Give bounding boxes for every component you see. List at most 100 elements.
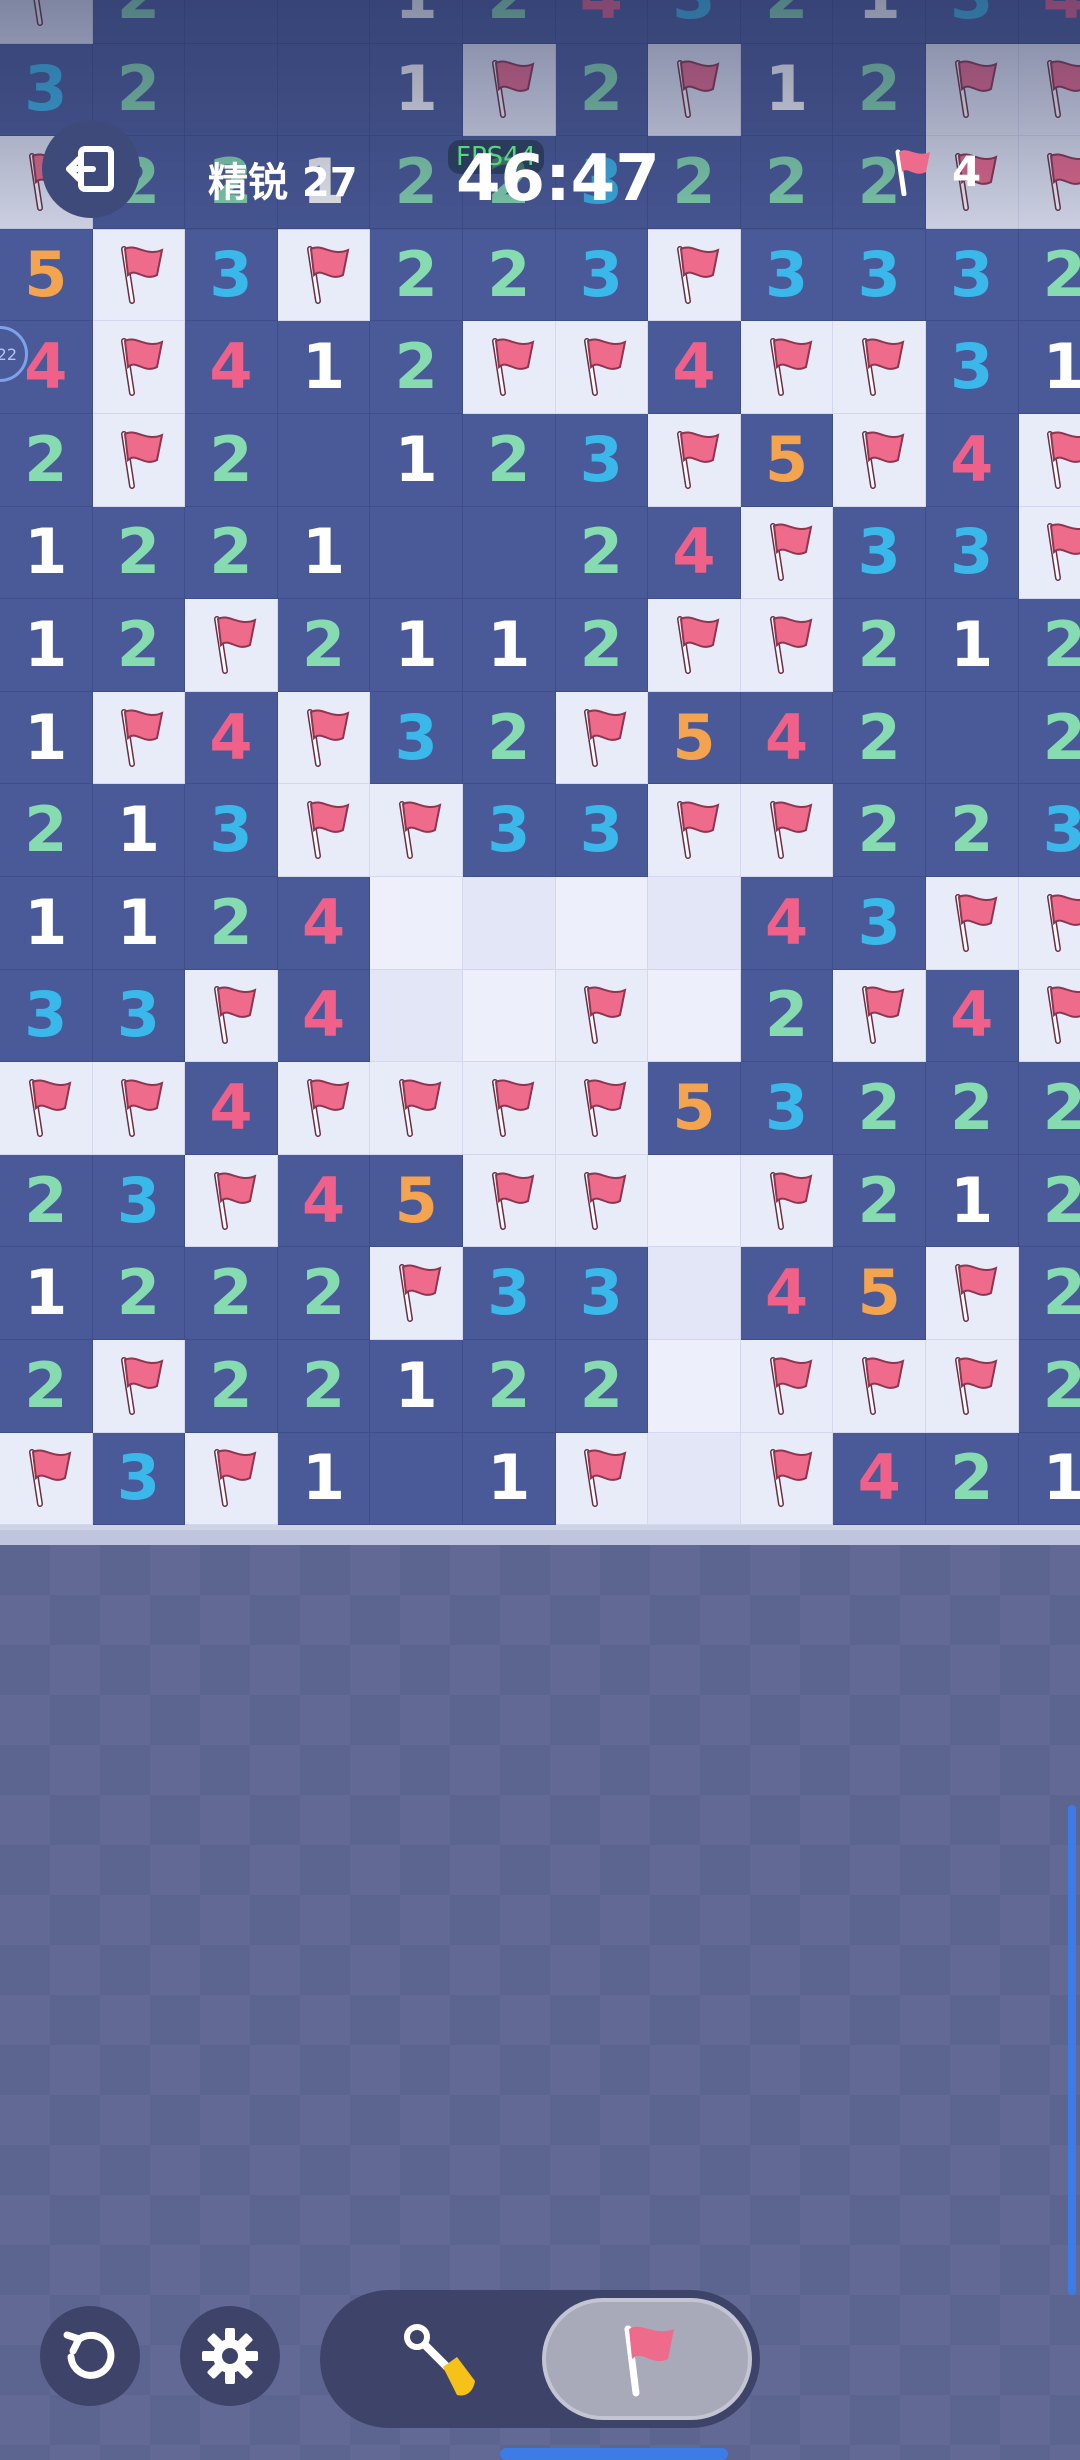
flagged-cell[interactable] <box>925 1247 1019 1340</box>
number-cell[interactable]: 1 <box>0 876 93 970</box>
flagged-cell[interactable] <box>555 1154 649 1248</box>
flagged-cell[interactable] <box>648 413 741 507</box>
flagged-cell[interactable] <box>185 599 278 692</box>
number-cell[interactable]: 1 <box>370 413 463 507</box>
empty-cell[interactable] <box>370 969 463 1063</box>
number-cell[interactable]: 1 <box>0 1247 93 1340</box>
number-cell[interactable]: 3 <box>462 784 556 877</box>
number-cell[interactable]: 3 <box>740 1062 834 1155</box>
number-cell[interactable]: 1 <box>92 876 186 970</box>
number-cell[interactable]: 2 <box>92 599 186 692</box>
number-cell[interactable]: 3 <box>92 1432 186 1526</box>
number-cell[interactable]: 2 <box>0 784 93 877</box>
number-cell[interactable]: 1 <box>925 1154 1019 1248</box>
empty-cell[interactable] <box>462 876 556 970</box>
flagged-cell[interactable] <box>370 1247 463 1340</box>
number-cell[interactable]: 2 <box>92 506 186 600</box>
number-cell[interactable]: 3 <box>555 228 649 322</box>
number-cell[interactable]: 5 <box>370 1154 463 1248</box>
flagged-cell[interactable] <box>740 1339 834 1433</box>
flagged-cell[interactable] <box>277 228 371 322</box>
number-cell[interactable]: 3 <box>555 413 649 507</box>
number-cell[interactable]: 2 <box>555 599 649 692</box>
number-cell[interactable]: 4 <box>740 876 834 970</box>
flagged-cell[interactable] <box>370 784 463 877</box>
number-cell[interactable]: 2 <box>925 1432 1019 1526</box>
flagged-cell[interactable] <box>92 691 186 785</box>
flagged-cell[interactable] <box>648 784 741 877</box>
empty-cell[interactable] <box>648 1339 741 1433</box>
flagged-cell[interactable] <box>740 321 834 414</box>
empty-cell[interactable] <box>648 876 741 970</box>
number-cell[interactable]: 1 <box>370 1339 463 1433</box>
flagged-cell[interactable] <box>185 969 278 1063</box>
flagged-cell[interactable] <box>92 228 186 322</box>
number-cell[interactable]: 4 <box>277 876 371 970</box>
flagged-cell[interactable] <box>462 1154 556 1248</box>
number-cell[interactable]: 3 <box>0 969 93 1063</box>
number-cell[interactable]: 2 <box>0 1339 93 1433</box>
empty-cell[interactable] <box>370 876 463 970</box>
flagged-cell[interactable] <box>740 784 834 877</box>
flagged-cell[interactable] <box>185 1154 278 1248</box>
revealed-cell[interactable] <box>925 691 1019 785</box>
number-cell[interactable]: 1 <box>1018 321 1080 414</box>
flagged-cell[interactable] <box>1018 506 1080 600</box>
number-cell[interactable]: 3 <box>462 1247 556 1340</box>
number-cell[interactable]: 2 <box>833 599 926 692</box>
number-cell[interactable]: 1 <box>462 599 556 692</box>
flagged-cell[interactable] <box>740 1432 834 1526</box>
number-cell[interactable]: 3 <box>833 506 926 600</box>
number-cell[interactable]: 2 <box>1018 1154 1080 1248</box>
flagged-cell[interactable] <box>92 413 186 507</box>
number-cell[interactable]: 2 <box>1018 228 1080 322</box>
number-cell[interactable]: 2 <box>462 413 556 507</box>
number-cell[interactable]: 3 <box>925 506 1019 600</box>
number-cell[interactable]: 2 <box>370 228 463 322</box>
number-cell[interactable]: 3 <box>92 969 186 1063</box>
flagged-cell[interactable] <box>0 1062 93 1155</box>
number-cell[interactable]: 3 <box>925 321 1019 414</box>
flagged-cell[interactable] <box>648 228 741 322</box>
number-cell[interactable]: 2 <box>0 413 93 507</box>
flagged-cell[interactable] <box>92 1339 186 1433</box>
number-cell[interactable]: 3 <box>833 228 926 322</box>
number-cell[interactable]: 2 <box>277 1339 371 1433</box>
number-cell[interactable]: 1 <box>925 599 1019 692</box>
empty-cell[interactable] <box>555 876 649 970</box>
settings-button[interactable] <box>180 2306 280 2406</box>
revealed-cell[interactable] <box>370 1432 463 1526</box>
number-cell[interactable]: 5 <box>648 1062 741 1155</box>
number-cell[interactable]: 2 <box>1018 691 1080 785</box>
number-cell[interactable]: 2 <box>462 691 556 785</box>
number-cell[interactable]: 2 <box>185 506 278 600</box>
number-cell[interactable]: 4 <box>925 969 1019 1063</box>
flagged-cell[interactable] <box>462 1062 556 1155</box>
number-cell[interactable]: 3 <box>1018 784 1080 877</box>
number-cell[interactable]: 2 <box>185 876 278 970</box>
number-cell[interactable]: 2 <box>462 228 556 322</box>
number-cell[interactable]: 3 <box>833 876 926 970</box>
flagged-cell[interactable] <box>1018 876 1080 970</box>
number-cell[interactable]: 3 <box>185 784 278 877</box>
number-cell[interactable]: 2 <box>185 413 278 507</box>
flagged-cell[interactable] <box>925 1339 1019 1433</box>
minefield[interactable]: 2124321343212122212232225322333324412431… <box>0 0 1080 1545</box>
number-cell[interactable]: 4 <box>185 321 278 414</box>
number-cell[interactable]: 2 <box>185 1339 278 1433</box>
number-cell[interactable]: 1 <box>277 506 371 600</box>
flag-mode-button[interactable] <box>542 2298 752 2420</box>
flagged-cell[interactable] <box>555 969 649 1063</box>
number-cell[interactable]: 2 <box>925 784 1019 877</box>
number-cell[interactable]: 5 <box>0 228 93 322</box>
number-cell[interactable]: 2 <box>1018 1247 1080 1340</box>
number-cell[interactable]: 2 <box>277 1247 371 1340</box>
flagged-cell[interactable] <box>833 413 926 507</box>
number-cell[interactable]: 3 <box>925 228 1019 322</box>
number-cell[interactable]: 3 <box>92 1154 186 1248</box>
empty-cell[interactable] <box>462 969 556 1063</box>
number-cell[interactable]: 1 <box>0 506 93 600</box>
flagged-cell[interactable] <box>1018 969 1080 1063</box>
number-cell[interactable]: 2 <box>185 1247 278 1340</box>
number-cell[interactable]: 2 <box>92 1247 186 1340</box>
